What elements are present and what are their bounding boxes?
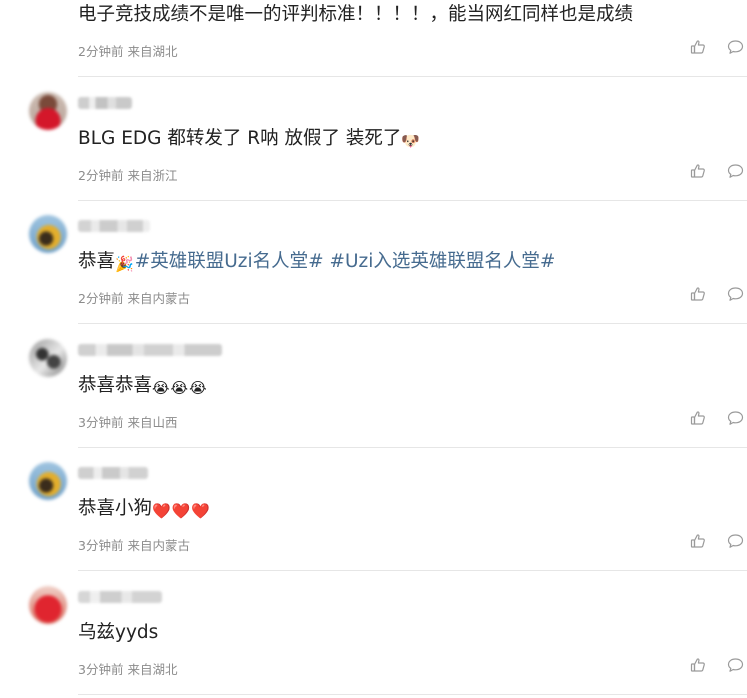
comment-item: BLG EDG 都转发了 R呐 放假了 装死了🐶 2分钟前 来自浙江 [0, 77, 747, 201]
comment-meta: 2分钟前 来自湖北 [78, 41, 177, 60]
comment-bubble-icon[interactable] [725, 408, 745, 428]
comment-item: 恭喜小狗❤️❤️❤️ 3分钟前 来自内蒙古 [0, 447, 747, 571]
comment-time: 2分钟前 [78, 44, 124, 59]
avatar[interactable] [29, 92, 67, 130]
comment-item: 恭喜🎉#英雄联盟Uzi名人堂# #Uzi入选英雄联盟名人堂# 2分钟前 来自内蒙古 [0, 200, 747, 324]
emoji-icon: 😭 [170, 379, 189, 397]
comment-text-segment: 恭喜恭喜 [78, 375, 153, 396]
comment-bubble-icon[interactable] [725, 37, 745, 57]
comment-bubble-icon[interactable] [725, 531, 745, 551]
comment-item: 乌兹yyds 3分钟前 来自湖北 [0, 571, 747, 695]
comment-meta: 2分钟前 来自浙江 [78, 165, 177, 184]
thumbs-up-icon[interactable] [688, 37, 708, 57]
comment-time: 3分钟前 [78, 538, 124, 553]
username-blurred[interactable] [78, 344, 222, 356]
thumbs-up-icon[interactable] [688, 408, 708, 428]
comment-meta: 3分钟前 来自湖北 [78, 659, 177, 678]
comment-time: 2分钟前 [78, 291, 124, 306]
comment-time: 3分钟前 [78, 662, 124, 677]
emoji-icon: ❤️ [152, 502, 171, 520]
comment-text: BLG EDG 都转发了 R呐 放假了 装死了🐶 [78, 126, 421, 154]
comment-meta: 2分钟前 来自内蒙古 [78, 288, 190, 307]
comment-text: 恭喜🎉#英雄联盟Uzi名人堂# #Uzi入选英雄联盟名人堂# [78, 249, 555, 277]
username-blurred[interactable] [78, 591, 162, 603]
avatar[interactable] [29, 215, 67, 253]
comment-meta: 3分钟前 来自山西 [78, 412, 177, 431]
comment-text-segment: 乌兹yyds [78, 622, 159, 643]
emoji-icon: 😭 [189, 379, 207, 397]
comment-text: 电子竞技成绩不是唯一的评判标准！！！！，能当网红同样也是成绩 [78, 2, 633, 28]
comment-item: 电子竞技成绩不是唯一的评判标准！！！！，能当网红同样也是成绩 2分钟前 来自湖北 [0, 0, 747, 77]
comment-location: 来自湖北 [127, 662, 178, 677]
emoji-icon: ❤️ [171, 502, 191, 520]
comment-bubble-icon[interactable] [725, 655, 745, 675]
emoji-icon: 🐶 [401, 132, 421, 150]
comment-bubble-icon[interactable] [725, 161, 745, 181]
comment-location: 来自内蒙古 [127, 291, 190, 306]
emoji-icon: ❤️ [191, 502, 211, 520]
comment-text: 乌兹yyds [78, 620, 158, 646]
comment-text-segment: 恭喜 [78, 251, 116, 272]
comment-item: 恭喜恭喜😭😭😭 3分钟前 来自山西 [0, 324, 747, 448]
thumbs-up-icon[interactable] [688, 161, 708, 181]
thumbs-up-icon[interactable] [688, 284, 708, 304]
comment-time: 2分钟前 [78, 168, 124, 183]
comment-time: 3分钟前 [78, 415, 124, 430]
comment-divider [78, 694, 747, 695]
emoji-icon: 😭 [152, 379, 170, 397]
thumbs-up-icon[interactable] [688, 655, 708, 675]
comment-location: 来自内蒙古 [127, 538, 190, 553]
hashtag-link[interactable]: #英雄联盟Uzi名人堂# [135, 251, 324, 272]
comment-text-segment: BLG EDG 都转发了 R呐 放假了 装死了 [78, 128, 402, 149]
avatar[interactable] [29, 462, 67, 500]
comment-text: 恭喜小狗❤️❤️❤️ [78, 496, 211, 524]
comment-location: 来自湖北 [127, 44, 178, 59]
username-blurred[interactable] [78, 220, 150, 232]
username-blurred[interactable] [78, 467, 148, 479]
comment-text-segment: 电子竞技成绩不是唯一的评判标准！！！！，能当网红同样也是成绩 [78, 4, 634, 25]
comment-location: 来自浙江 [127, 168, 178, 183]
comment-meta: 3分钟前 来自内蒙古 [78, 535, 190, 554]
comment-feed: 电子竞技成绩不是唯一的评判标准！！！！，能当网红同样也是成绩 2分钟前 来自湖北 BL… [0, 0, 747, 698]
thumbs-up-icon[interactable] [688, 531, 708, 551]
avatar[interactable] [29, 586, 67, 624]
comment-bubble-icon[interactable] [725, 284, 745, 304]
username-blurred[interactable] [78, 97, 132, 109]
hashtag-link[interactable]: #Uzi入选英雄联盟名人堂# [330, 251, 556, 272]
emoji-icon: 🎉 [115, 255, 134, 273]
comment-text: 恭喜恭喜😭😭😭 [78, 373, 208, 401]
comment-location: 来自山西 [127, 415, 178, 430]
comment-text-segment: 恭喜小狗 [78, 498, 153, 519]
avatar[interactable] [29, 339, 67, 377]
